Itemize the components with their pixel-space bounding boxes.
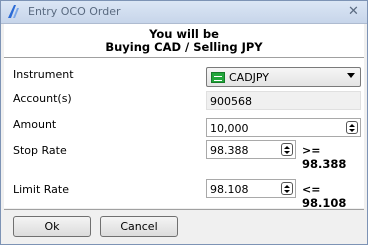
stop-rate-value: 98.388 [210, 144, 249, 157]
instrument-value: CADJPY [229, 71, 270, 84]
app-icon [8, 5, 19, 18]
title-bar: Entry OCO Order ✕ [1, 1, 367, 24]
limit-rate-operator: <= [302, 183, 321, 196]
limit-rate-stepper[interactable]: 98.108 [206, 179, 296, 198]
amount-spin-icon[interactable] [346, 121, 358, 134]
account-field: 900568 [206, 91, 361, 110]
order-summary-header: You will be Buying CAD / Selling JPY [4, 24, 364, 58]
stop-rate-constraint: >= 98.388 [302, 144, 364, 171]
limit-rate-value: 98.108 [210, 183, 249, 196]
cancel-button[interactable]: Cancel [100, 216, 178, 237]
stop-rate-bound: 98.388 [302, 157, 347, 171]
stop-rate-spin-icon[interactable] [281, 143, 293, 156]
summary-line-2: Buying CAD / Selling JPY [105, 40, 263, 54]
amount-stepper[interactable]: 10,000 [206, 118, 361, 137]
entry-oco-order-dialog: Entry OCO Order ✕ You will be Buying CAD… [0, 0, 368, 245]
amount-value: 10,000 [210, 122, 249, 135]
limit-rate-label: Limit Rate [13, 183, 69, 196]
close-icon[interactable]: ✕ [346, 4, 361, 19]
limit-rate-bound: 98.108 [302, 196, 347, 210]
limit-rate-constraint: <= 98.108 [302, 183, 364, 210]
instrument-flag-icon [211, 72, 225, 83]
order-form: Instrument CADJPY Account(s) 900568 Amou… [4, 58, 364, 210]
stop-rate-stepper[interactable]: 98.388 [206, 140, 296, 159]
account-value: 900568 [210, 95, 252, 108]
window-title: Entry OCO Order [28, 5, 121, 18]
amount-label: Amount [13, 118, 57, 131]
chevron-down-icon [347, 73, 355, 78]
ok-button[interactable]: Ok [13, 216, 91, 237]
dialog-footer: Ok Cancel [4, 209, 364, 243]
instrument-label: Instrument [13, 68, 74, 81]
instrument-select[interactable]: CADJPY [206, 67, 361, 87]
account-label: Account(s) [13, 92, 72, 105]
limit-rate-spin-icon[interactable] [281, 182, 293, 195]
stop-rate-operator: >= [302, 144, 321, 157]
stop-rate-label: Stop Rate [13, 144, 67, 157]
